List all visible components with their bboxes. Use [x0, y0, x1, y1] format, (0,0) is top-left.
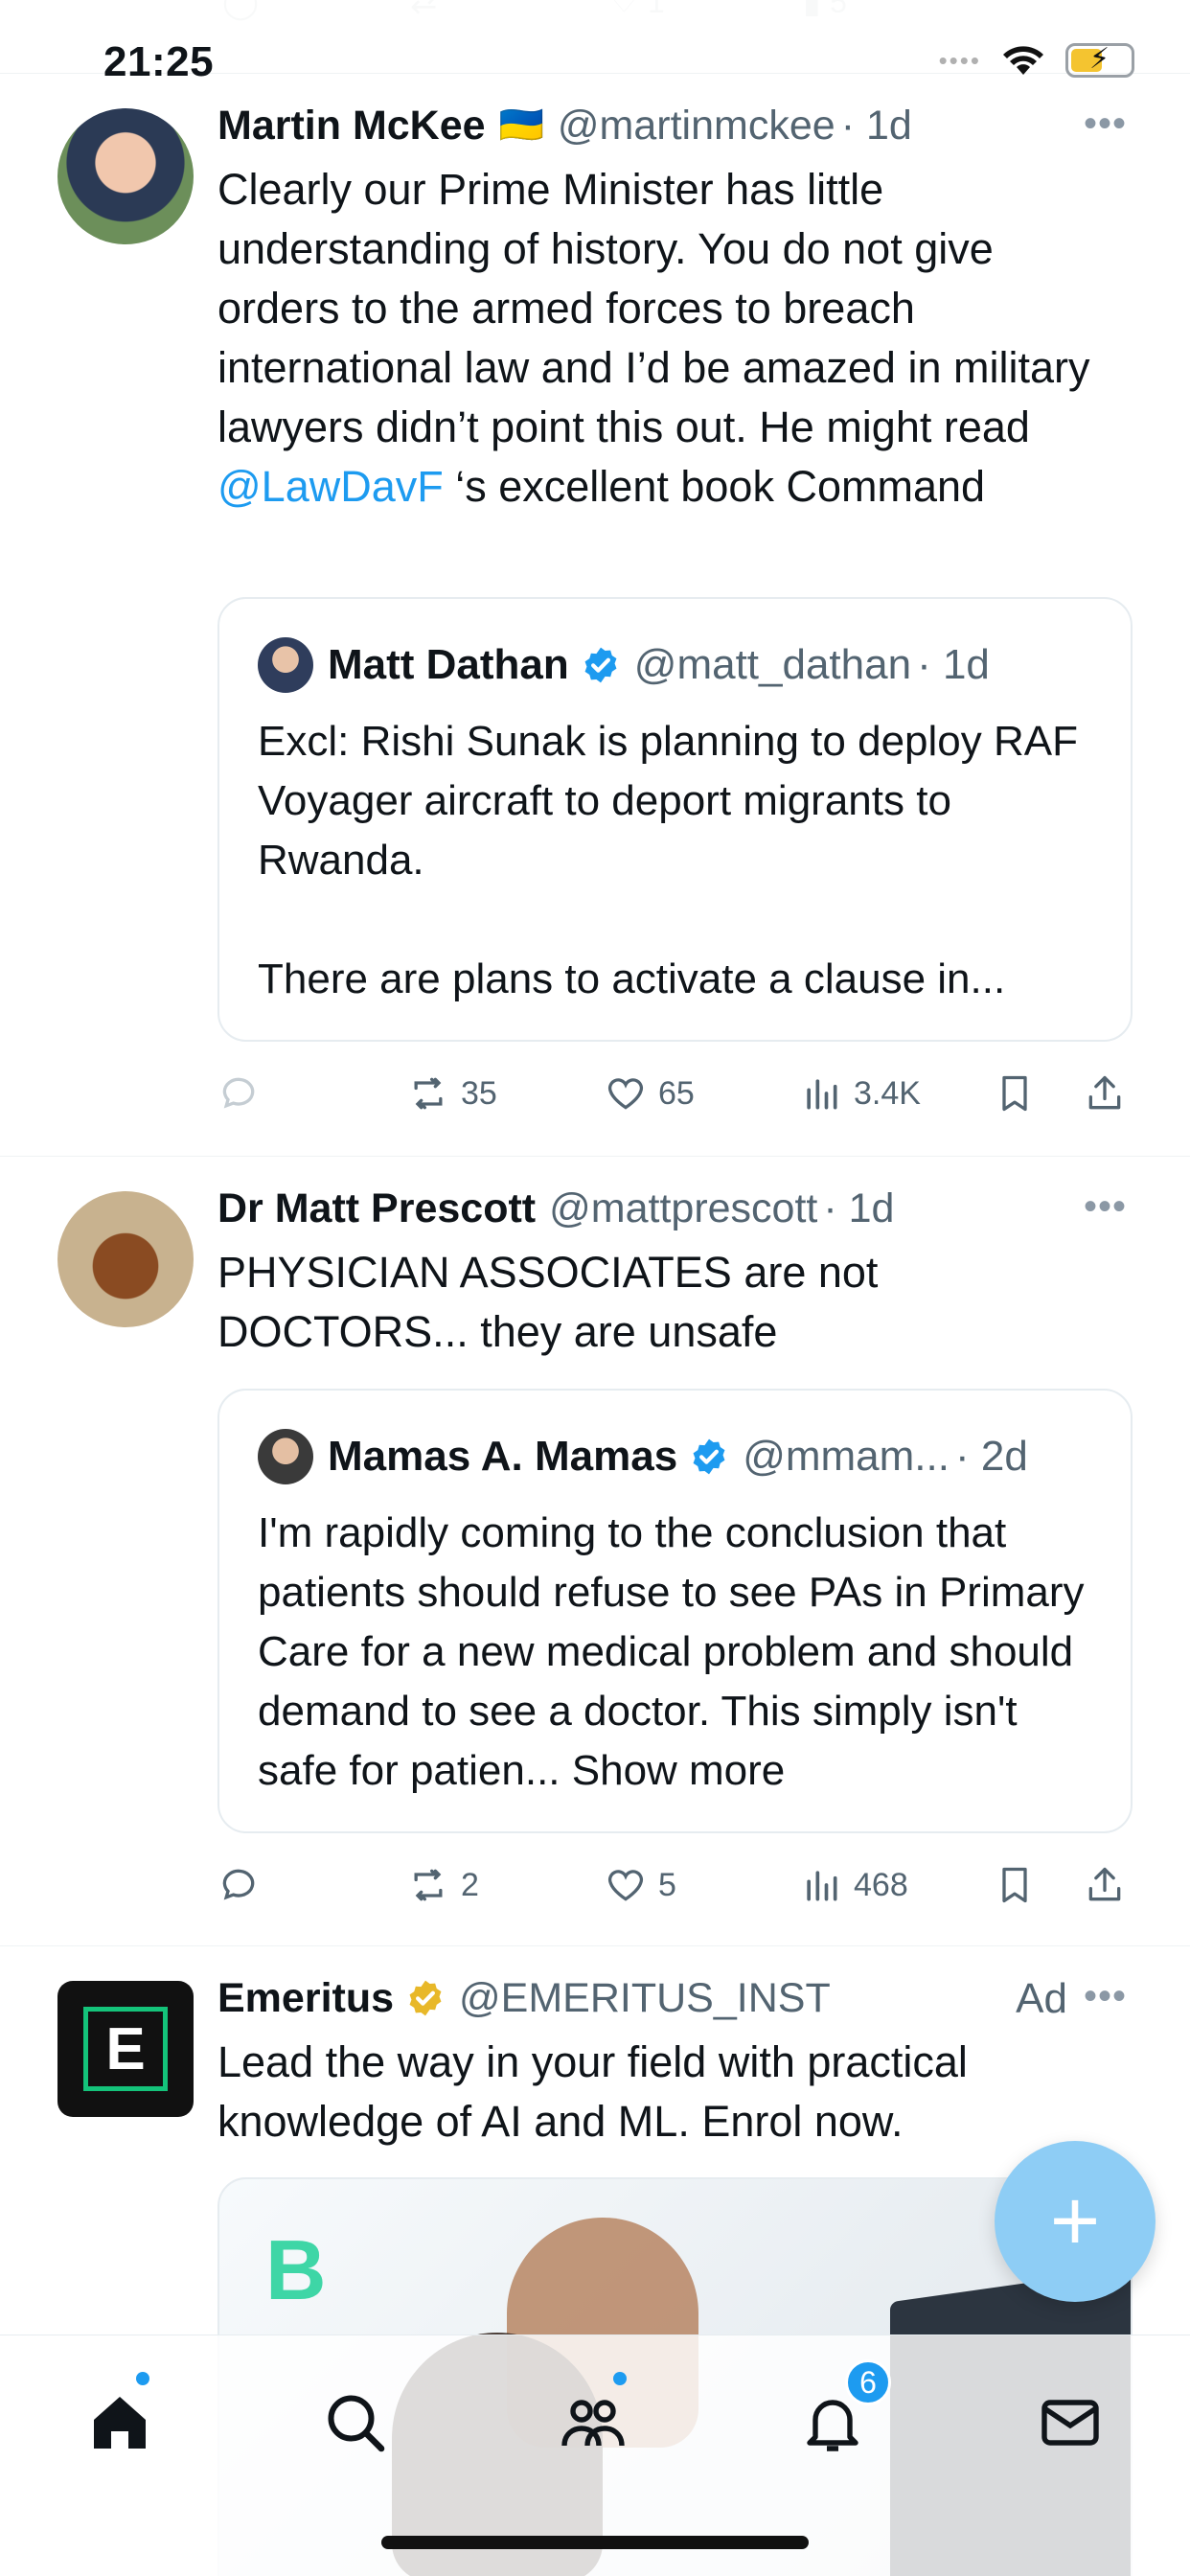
tab-messages[interactable]	[1027, 2380, 1113, 2466]
like-count: 65	[658, 1074, 695, 1112]
verified-badge-icon	[693, 1438, 725, 1475]
heart-icon	[607, 1078, 644, 1110]
more-options-icon[interactable]: •••	[1084, 1185, 1127, 1229]
communities-dot	[613, 2372, 627, 2385]
views-count: 3.4K	[854, 1074, 921, 1112]
reply-icon	[222, 1077, 255, 1109]
mail-icon	[1041, 2400, 1099, 2446]
quote-time: · 1d	[917, 641, 990, 688]
status-time: 21:25	[103, 38, 215, 85]
advertiser-logo[interactable]: E	[57, 1981, 194, 2117]
author-handle[interactable]: @EMERITUS_INST	[459, 1975, 831, 2022]
bookmark-icon	[1002, 1867, 1027, 1903]
home-icon	[94, 2397, 146, 2449]
quoted-tweet[interactable]: Mamas A. Mamas @mmam... · 2d I'm rapidly…	[217, 1389, 1133, 1833]
cellular-signal-icon: ••••	[938, 45, 981, 75]
tweet[interactable]: Martin McKee 🇺🇦 @martinmckee · 1d ••• Cl…	[0, 73, 1190, 1156]
quote-header: Matt Dathan @matt_dathan · 1d	[328, 637, 990, 693]
tweet[interactable]: Dr Matt Prescott @mattprescott · 1d ••• …	[0, 1156, 1190, 1945]
retweet-count: 35	[461, 1074, 497, 1112]
share-icon	[1088, 1075, 1121, 1110]
tab-search[interactable]	[312, 2380, 399, 2466]
quote-author-name: Matt Dathan	[328, 641, 569, 688]
author-name[interactable]: Martin McKee	[217, 103, 486, 150]
heart-icon	[607, 1870, 644, 1901]
views-count: 468	[854, 1866, 908, 1903]
retweet-button[interactable]: 35	[407, 1065, 497, 1122]
mention-link[interactable]: @LawDavF	[217, 462, 444, 511]
verified-badge-icon	[584, 647, 617, 683]
notifications-badge: 6	[845, 2359, 891, 2405]
more-options-icon[interactable]: •••	[1084, 103, 1127, 146]
quote-author-name: Mamas A. Mamas	[328, 1433, 678, 1480]
views-chart-icon	[807, 1871, 837, 1901]
avatar[interactable]	[57, 108, 194, 244]
tweet-header: Emeritus @EMERITUS_INST	[217, 1971, 831, 2025]
author-name[interactable]: Emeritus	[217, 1975, 394, 2022]
communities-icon	[561, 2400, 625, 2447]
tweet-header: Martin McKee 🇺🇦 @martinmckee · 1d	[217, 99, 912, 152]
reply-button[interactable]	[217, 1065, 260, 1122]
tweet-header: Dr Matt Prescott @mattprescott · 1d	[217, 1182, 894, 1235]
retweet-icon	[414, 1077, 443, 1110]
views-button[interactable]: 468	[800, 1856, 908, 1914]
new-posts-dot	[136, 2372, 149, 2385]
quote-time: · 2d	[954, 1433, 1028, 1480]
avatar[interactable]	[57, 1191, 194, 1327]
quote-author-handle: @matt_dathan	[633, 641, 912, 688]
reply-icon	[222, 1869, 255, 1900]
like-button[interactable]: 65	[605, 1065, 695, 1122]
search-icon	[328, 2395, 385, 2452]
tweet-actions: 2 5 468	[217, 1856, 1137, 1914]
gold-verified-badge-icon	[409, 1980, 442, 2016]
tweet-text: Clearly our Prime Minister has little un…	[217, 160, 1109, 517]
like-button[interactable]: 5	[605, 1856, 676, 1914]
share-button[interactable]	[1084, 1856, 1126, 1914]
retweet-icon	[414, 1869, 443, 1901]
tab-home[interactable]	[77, 2380, 163, 2466]
quoted-tweet[interactable]: Matt Dathan @matt_dathan · 1d Excl: Rish…	[217, 597, 1133, 1042]
author-name[interactable]: Dr Matt Prescott	[217, 1185, 536, 1232]
tweet-time: · 1d	[840, 102, 912, 149]
tweet-text-part: Clearly our Prime Minister has little un…	[217, 165, 1102, 451]
ukraine-flag-icon: 🇺🇦	[498, 105, 544, 146]
retweet-button[interactable]: 2	[407, 1856, 479, 1914]
author-handle[interactable]: @mattprescott	[549, 1185, 817, 1232]
quote-text: Excl: Rishi Sunak is planning to deploy …	[258, 718, 1078, 1002]
quote-text: I'm rapidly coming to the conclusion tha…	[258, 1509, 1096, 1794]
bookmark-button[interactable]	[994, 1856, 1036, 1914]
tweet-actions: 35 65 3.4K	[217, 1065, 1137, 1122]
bookmark-button[interactable]	[994, 1065, 1036, 1122]
home-indicator	[381, 2536, 809, 2549]
status-bar: 21:25 •••• ⚡	[0, 0, 1190, 85]
wifi-icon	[1003, 46, 1043, 75]
quote-header: Mamas A. Mamas @mmam... · 2d	[328, 1429, 1028, 1484]
ad-label: Ad	[1016, 1975, 1067, 2022]
retweet-count: 2	[461, 1866, 479, 1903]
share-button[interactable]	[1084, 1065, 1126, 1122]
more-options-icon[interactable]: •••	[1084, 1975, 1127, 2018]
reply-button[interactable]	[217, 1856, 260, 1914]
advertiser-logo-letter: E	[105, 2015, 146, 2082]
author-handle[interactable]: @martinmckee	[558, 103, 835, 150]
battery-icon: ⚡	[1065, 43, 1134, 78]
tweet-time: · 1d	[823, 1184, 895, 1231]
card-brand-logo: B	[265, 2222, 327, 2317]
like-count: 5	[658, 1866, 676, 1903]
tweet-text: Lead the way in your field with practica…	[217, 2037, 980, 2146]
tab-communities[interactable]	[550, 2380, 636, 2466]
plus-icon: +	[1049, 2173, 1101, 2269]
quote-avatar	[258, 1429, 313, 1484]
quote-avatar	[258, 637, 313, 693]
compose-tweet-button[interactable]: +	[995, 2141, 1156, 2302]
views-button[interactable]: 3.4K	[800, 1065, 921, 1122]
bookmark-icon	[1002, 1075, 1027, 1112]
tweet-text: PHYSICIAN ASSOCIATES are not DOCTORS... …	[217, 1248, 890, 1356]
share-icon	[1088, 1867, 1121, 1901]
views-chart-icon	[807, 1079, 837, 1110]
tweet-text-part: ‘s excellent book Command	[443, 462, 986, 511]
status-icons: •••• ⚡	[939, 42, 1134, 79]
quote-author-handle: @mmam...	[743, 1433, 950, 1480]
